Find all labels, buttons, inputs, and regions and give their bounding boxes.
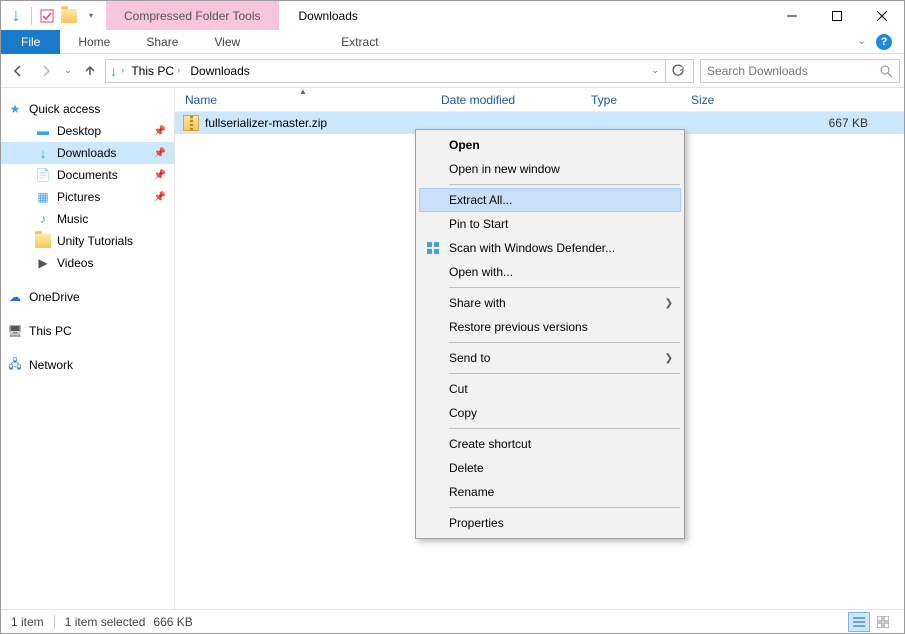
network-icon: 🖧 — [7, 357, 23, 373]
refresh-button[interactable] — [665, 60, 689, 82]
address-dropdown-icon[interactable]: ⌄ — [645, 65, 665, 76]
cm-open-new-window[interactable]: Open in new window — [419, 157, 681, 181]
download-arrow-icon[interactable]: ↓ — [7, 7, 25, 25]
share-tab[interactable]: Share — [128, 30, 196, 54]
title-bar: ↓ ▾ Compressed Folder Tools Downloads — [1, 1, 904, 30]
column-type[interactable]: Type — [581, 93, 681, 107]
ribbon: File Home Share View Extract ⌄ ? — [1, 30, 904, 54]
column-headers: Name▲ Date modified Type Size — [175, 88, 904, 112]
documents-icon: 📄 — [35, 167, 51, 183]
chevron-right-icon[interactable]: › — [121, 65, 124, 76]
downloads-icon: ↓ — [35, 145, 51, 161]
back-button[interactable] — [5, 58, 31, 84]
cm-open-with[interactable]: Open with... — [419, 260, 681, 284]
sidebar-item-documents[interactable]: 📄Documents📌 — [1, 164, 174, 186]
desktop-icon: ▬ — [35, 123, 51, 139]
cm-delete[interactable]: Delete — [419, 456, 681, 480]
search-input[interactable]: Search Downloads — [700, 59, 900, 83]
thumbnails-view-button[interactable] — [872, 612, 894, 632]
music-icon: ♪ — [35, 211, 51, 227]
sidebar-item-pictures[interactable]: ▦Pictures📌 — [1, 186, 174, 208]
maximize-button[interactable] — [814, 1, 859, 30]
pc-icon: 🖥 — [7, 323, 23, 339]
status-selected-size: 666 KB — [153, 615, 192, 629]
view-tab[interactable]: View — [196, 30, 258, 54]
pictures-icon: ▦ — [35, 189, 51, 205]
status-selected-count: 1 item selected — [65, 615, 146, 629]
status-bar: 1 item 1 item selected 666 KB — [1, 609, 904, 633]
sidebar-item-thispc[interactable]: 🖥This PC — [1, 320, 174, 342]
sort-asc-icon: ▲ — [299, 87, 307, 96]
cm-scan-defender[interactable]: Scan with Windows Defender... — [419, 236, 681, 260]
cloud-icon: ☁ — [7, 289, 23, 305]
close-button[interactable] — [859, 1, 904, 30]
file-name: fullserializer-master.zip — [205, 116, 327, 130]
breadcrumb-thispc[interactable]: This PC› — [128, 64, 183, 78]
zip-file-icon — [183, 115, 199, 131]
cm-send-to[interactable]: Send to❯ — [419, 346, 681, 370]
sidebar-item-onedrive[interactable]: ☁OneDrive — [1, 286, 174, 308]
defender-icon — [425, 240, 441, 256]
help-icon[interactable]: ? — [876, 34, 892, 50]
chevron-right-icon: ❯ — [665, 298, 673, 309]
sidebar-item-desktop[interactable]: ▬Desktop📌 — [1, 120, 174, 142]
sidebar-item-unity[interactable]: Unity Tutorials — [1, 230, 174, 252]
location-icon: ↓ — [110, 63, 117, 79]
context-menu: Open Open in new window Extract All... P… — [415, 129, 685, 539]
file-tab[interactable]: File — [1, 30, 60, 54]
column-date[interactable]: Date modified — [431, 93, 581, 107]
address-box[interactable]: ↓ › This PC› Downloads ⌄ — [105, 59, 694, 83]
details-view-button[interactable] — [848, 612, 870, 632]
chevron-right-icon: ❯ — [665, 353, 673, 364]
address-bar: ⌄ ↓ › This PC› Downloads ⌄ Search Downlo… — [1, 54, 904, 88]
sidebar-item-downloads[interactable]: ↓Downloads📌 — [1, 142, 174, 164]
file-size: 667 KB — [819, 116, 904, 130]
sidebar-item-music[interactable]: ♪Music — [1, 208, 174, 230]
properties-icon[interactable] — [38, 7, 56, 25]
column-name[interactable]: Name▲ — [175, 93, 431, 107]
sidebar-item-videos[interactable]: ▶Videos — [1, 252, 174, 274]
breadcrumb-downloads[interactable]: Downloads — [187, 64, 252, 78]
ribbon-expand-icon[interactable]: ⌄ — [858, 36, 866, 47]
star-icon: ★ — [7, 101, 23, 117]
extract-tab[interactable]: Extract — [323, 30, 396, 54]
sidebar-item-quick-access[interactable]: ★Quick access — [1, 98, 174, 120]
cm-copy[interactable]: Copy — [419, 401, 681, 425]
sidebar-item-network[interactable]: 🖧Network — [1, 354, 174, 376]
cm-create-shortcut[interactable]: Create shortcut — [419, 432, 681, 456]
cm-pin-to-start[interactable]: Pin to Start — [419, 212, 681, 236]
pin-icon: 📌 — [152, 126, 168, 137]
pin-icon: 📌 — [152, 192, 168, 203]
home-tab[interactable]: Home — [60, 30, 128, 54]
cm-open[interactable]: Open — [419, 133, 681, 157]
qat-dropdown-icon[interactable]: ▾ — [82, 7, 100, 25]
minimize-button[interactable] — [769, 1, 814, 30]
cm-restore-versions[interactable]: Restore previous versions — [419, 315, 681, 339]
pin-icon: 📌 — [152, 170, 168, 181]
status-item-count: 1 item — [11, 615, 44, 629]
up-button[interactable] — [77, 58, 103, 84]
cm-properties[interactable]: Properties — [419, 511, 681, 535]
videos-icon: ▶ — [35, 255, 51, 271]
cm-share-with[interactable]: Share with❯ — [419, 291, 681, 315]
search-placeholder: Search Downloads — [707, 64, 808, 78]
search-icon — [879, 64, 893, 78]
cm-extract-all[interactable]: Extract All... — [419, 188, 681, 212]
recent-dropdown[interactable]: ⌄ — [61, 58, 75, 84]
new-folder-icon[interactable] — [60, 7, 78, 25]
forward-button[interactable] — [33, 58, 59, 84]
context-tools-label: Compressed Folder Tools — [106, 1, 279, 30]
cm-cut[interactable]: Cut — [419, 377, 681, 401]
quick-access-toolbar: ↓ ▾ — [1, 7, 106, 25]
navigation-pane: ★Quick access ▬Desktop📌 ↓Downloads📌 📄Doc… — [1, 88, 175, 609]
folder-icon — [35, 233, 51, 249]
window-title: Downloads — [279, 9, 358, 23]
column-size[interactable]: Size — [681, 93, 781, 107]
cm-rename[interactable]: Rename — [419, 480, 681, 504]
pin-icon: 📌 — [152, 148, 168, 159]
